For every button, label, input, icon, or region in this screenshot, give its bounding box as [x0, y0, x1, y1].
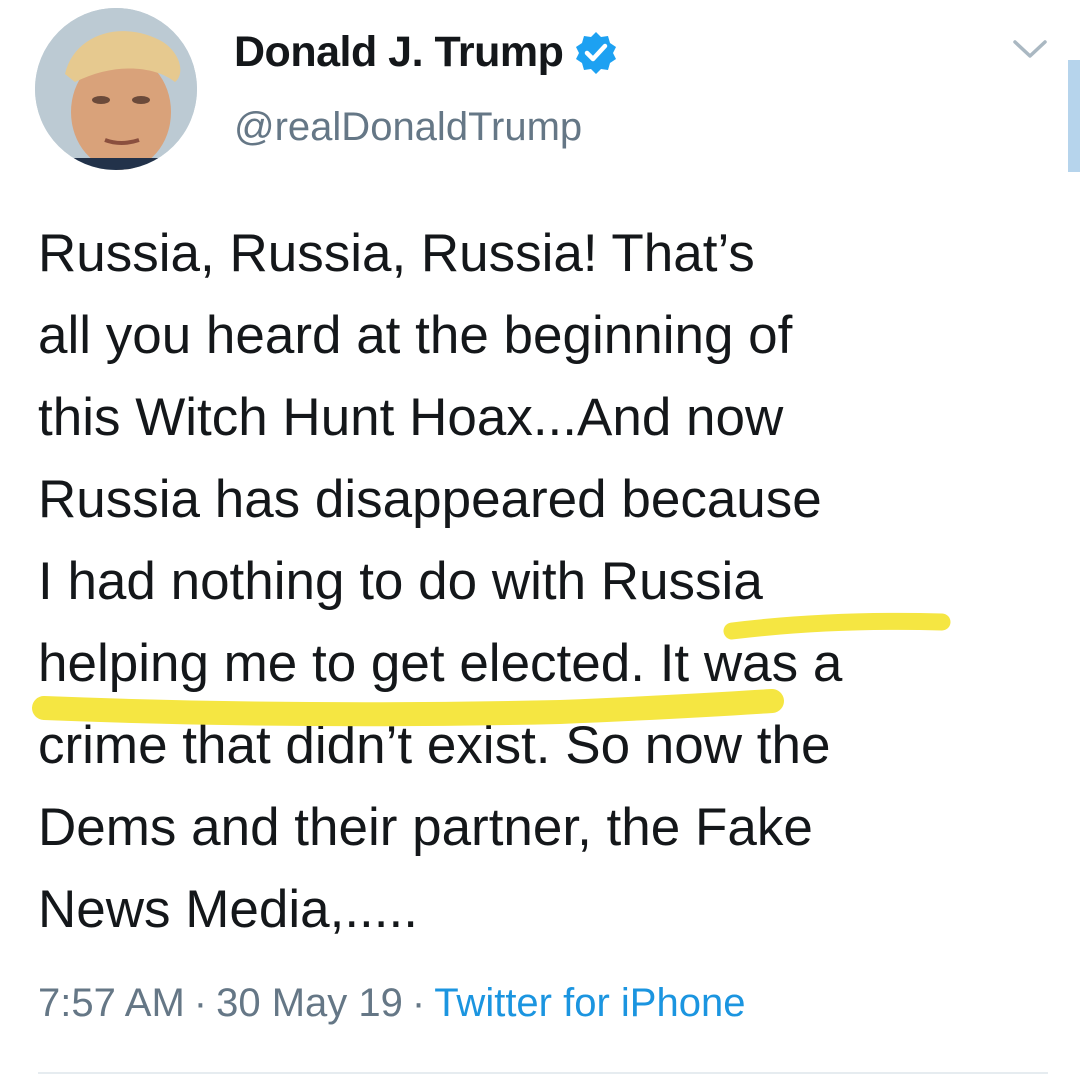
chevron-down-icon[interactable]: [1010, 36, 1050, 62]
tweet-line: Dems and their partner, the Fake: [38, 798, 813, 857]
author-display-name[interactable]: Donald J. Trump: [234, 28, 564, 77]
divider: [38, 1072, 1048, 1074]
tweet-text: Russia, Russia, Russia! That’s all you h…: [38, 213, 1048, 951]
tweet-meta: 7:57 AM · 30 May 19 · Twitter for iPhone: [38, 981, 745, 1026]
tweet-line: I had nothing to do with Russia: [38, 552, 763, 611]
verified-badge-icon: [576, 32, 616, 74]
tweet-line: News Media,.....: [38, 880, 418, 939]
tweet-card: Donald J. Trump @realDonaldTrump Russia,…: [0, 0, 1080, 1080]
tweet-line: this Witch Hunt Hoax...And now: [38, 388, 784, 447]
tweet-line: helping me to get elected. It was a: [38, 634, 843, 693]
tweet-line: Russia, Russia, Russia! That’s: [38, 224, 755, 283]
scroll-indicator[interactable]: [1068, 60, 1080, 172]
author-handle[interactable]: @realDonaldTrump: [234, 105, 582, 150]
meta-separator: ·: [193, 981, 208, 1025]
tweet-line: all you heard at the beginning of: [38, 306, 793, 365]
tweet-line: crime that didn’t exist. So now the: [38, 716, 831, 775]
avatar-photo: [35, 8, 197, 170]
tweet-line: Russia has disappeared because: [38, 470, 822, 529]
tweet-source-link[interactable]: Twitter for iPhone: [434, 981, 745, 1025]
avatar[interactable]: [35, 8, 197, 170]
tweet-date: 30 May 19: [216, 981, 403, 1025]
tweet-time: 7:57 AM: [38, 981, 185, 1025]
meta-separator: ·: [411, 981, 426, 1025]
